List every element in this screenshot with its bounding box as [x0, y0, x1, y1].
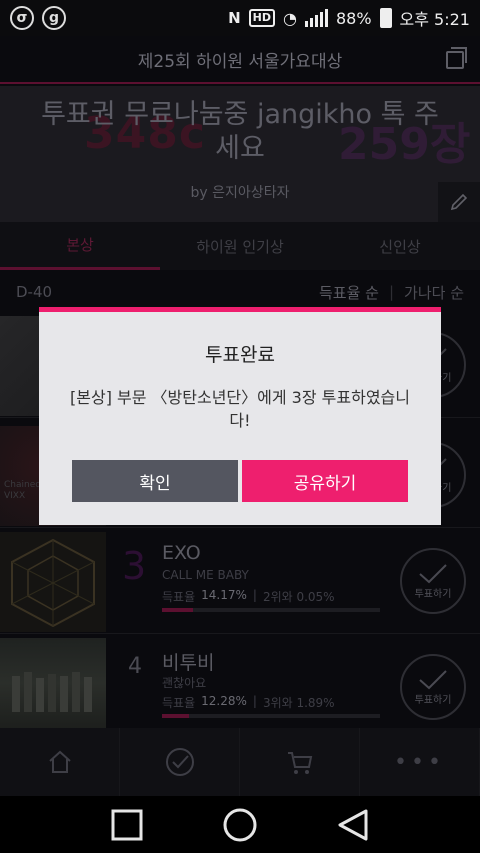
banner-message: 투표권 무료나눔중 jangikho 톡 주세요: [41, 99, 439, 164]
tab-popularity-award[interactable]: 하이원 인기상: [160, 222, 320, 270]
circle-icon: [223, 808, 257, 841]
nfc-icon: N: [228, 9, 241, 27]
song-title: 괜찮아요: [162, 676, 207, 690]
check-icon: [419, 563, 447, 583]
vote-rate-label: 득표율: [162, 696, 196, 710]
vote-rate-fill: [162, 608, 193, 612]
confirm-button[interactable]: 확인: [72, 460, 238, 502]
sort-options: 득표율 순 | 가나다 순: [319, 282, 464, 303]
sort-by-rate[interactable]: 득표율 순: [319, 282, 379, 303]
hd-badge: HD: [248, 9, 275, 27]
song-title: CALL ME BABY: [162, 568, 249, 582]
artist-name: 비투비: [162, 652, 215, 674]
dday-label: D-40: [16, 283, 53, 301]
home-nav-button[interactable]: [0, 728, 120, 796]
share-button[interactable]: 공유하기: [242, 460, 408, 502]
battery-percent: 88%: [335, 8, 372, 28]
album-cover: [0, 532, 106, 632]
page-title: 제25회 하이원 서울가요대상: [137, 51, 343, 72]
wifi-icon: ◔: [283, 8, 297, 28]
vote-rate-fill: [162, 714, 189, 718]
check-circle-icon: [165, 748, 194, 776]
vote-rate: 득표율 12.28% | 3위와 1.89%: [162, 694, 335, 711]
rank-number: 3: [122, 544, 147, 588]
vote-button[interactable]: 투표하기: [400, 548, 466, 614]
tab-rookie-award[interactable]: 신인상: [320, 222, 480, 270]
divider: |: [252, 588, 257, 602]
system-navigation-bar: [0, 796, 480, 853]
cart-nav-button[interactable]: [240, 728, 360, 796]
vote-nav-button[interactable]: [120, 728, 240, 796]
list-item[interactable]: 4 비투비 괜찮아요 득표율 12.28% | 3위와 1.89% 투표하기: [0, 636, 480, 740]
edit-pencil-icon[interactable]: [438, 182, 480, 222]
artist-name: EXO: [162, 542, 201, 564]
signal-icon: [304, 9, 328, 27]
divider: |: [252, 694, 257, 708]
check-icon: [419, 669, 447, 689]
category-tabs: 본상 하이원 인기상 신인상: [0, 222, 480, 270]
rank-diff: 2위와 0.05%: [262, 590, 335, 604]
back-button[interactable]: [323, 803, 383, 847]
g-icon: g: [42, 6, 66, 30]
status-bar: σ g N HD ◔ 88% 오후 5:21: [0, 0, 480, 36]
vote-rate-bar: [162, 714, 380, 718]
list-item[interactable]: 3 EXO CALL ME BABY 득표율 14.17% | 2위와 0.05…: [0, 530, 480, 634]
rank-diff: 3위와 1.89%: [262, 696, 335, 710]
more-icon: •••: [394, 749, 445, 775]
exo-logo-icon: [11, 538, 95, 628]
home-button[interactable]: [210, 803, 270, 847]
rank-number: 4: [128, 654, 142, 679]
back-triangle-icon: [338, 809, 368, 840]
vote-rate: 득표율 14.17% | 2위와 0.05%: [162, 588, 335, 605]
ollehtv-icon: σ: [10, 6, 34, 30]
vote-rate-label: 득표율: [162, 590, 196, 604]
sort-by-name[interactable]: 가나다 순: [404, 282, 464, 303]
square-icon: [111, 809, 143, 840]
dialog-message: [본상] 부문 〈방탄소년단〉에게 3장 투표하였습니다!: [70, 388, 410, 430]
more-nav-button[interactable]: •••: [360, 728, 480, 796]
vote-button-label: 투표하기: [414, 694, 452, 706]
vote-status-banner: 348c 259장 투표권 무료나눔중 jangikho 톡 주세요 by 은지…: [0, 86, 480, 222]
banner-author: by 은지아상타자: [190, 185, 290, 201]
vote-button[interactable]: 투표하기: [400, 654, 466, 720]
vote-button-label: 투표하기: [414, 588, 452, 600]
sort-divider: |: [388, 283, 395, 301]
home-icon: [48, 750, 71, 773]
title-bar: 제25회 하이원 서울가요대상: [0, 36, 480, 84]
cart-icon: [287, 752, 312, 774]
dialog-title: 투표완료: [205, 344, 275, 366]
battery-icon: [379, 8, 392, 28]
bottom-navigation: •••: [0, 728, 480, 796]
vote-rate-value: 14.17%: [201, 588, 247, 602]
clock: 오후 5:21: [399, 10, 470, 29]
vote-rate-value: 12.28%: [201, 694, 247, 708]
album-cover: [0, 638, 106, 738]
recent-apps-button[interactable]: [97, 803, 157, 847]
copy-icon[interactable]: [446, 47, 467, 69]
vote-rate-bar: [162, 608, 380, 612]
tab-main-award[interactable]: 본상: [0, 222, 160, 270]
vote-complete-dialog: 투표완료 [본상] 부문 〈방탄소년단〉에게 3장 투표하였습니다! 확인 공유…: [39, 307, 441, 525]
